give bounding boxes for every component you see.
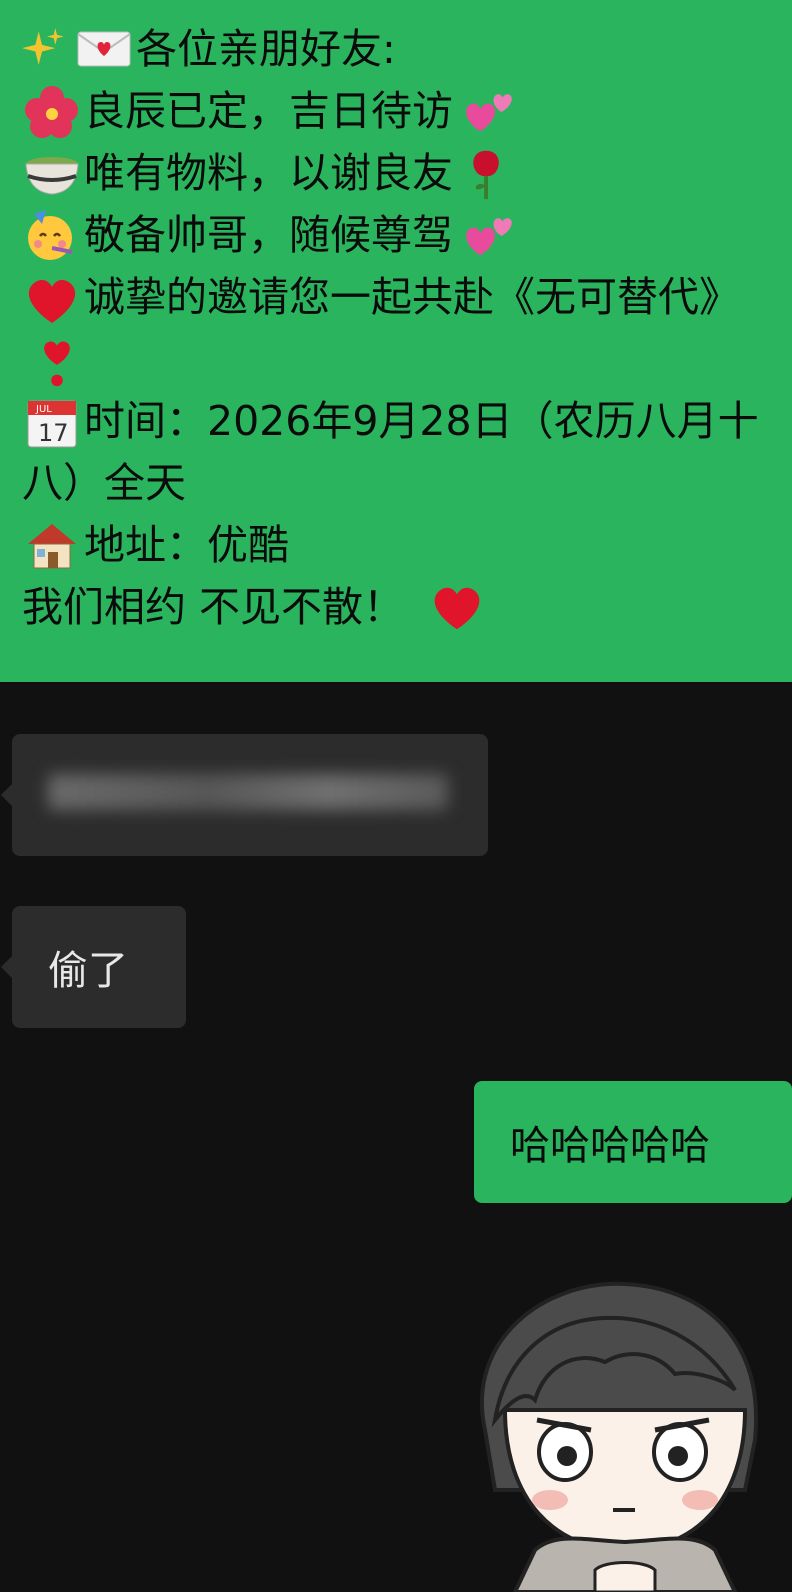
house-icon [28,524,76,569]
invite-text: 我们相约 不见不散！ [22,583,405,631]
invite-line-7: 地址：优酷 [22,514,772,576]
message-bubble-blurred[interactable] [1,734,488,856]
invite-line-2: 良辰已定，吉日待访 [22,80,772,142]
invite-text: 良辰已定，吉日待访 [84,87,453,135]
message-text: 哈哈哈哈哈 [510,1123,710,1169]
tea-icon [25,157,79,195]
cartoon-boy-sticker[interactable] [455,1270,792,1592]
hibiscus-icon [25,86,78,138]
invite-line-8: 我们相约 不见不散！ [22,576,772,638]
blurred-content [48,774,448,810]
invite-line-1: 各位亲朋好友: [22,18,772,80]
red-heart-icon [434,587,480,630]
calendar-icon: JUL 17 [27,400,77,448]
invite-line-5: 诚挚的邀请您一起共赴《无可替代》 [22,266,772,390]
revolving-hearts-icon [466,218,512,256]
message-text: 偷了 [48,948,128,994]
message-bubble-incoming[interactable]: 偷了 [1,906,186,1028]
invite-text: 时间：2026年9月28日（农历八月十八）全天 [22,397,759,507]
invite-text: 敬备帅哥，随候尊驾 [84,211,453,259]
love-letter-icon [77,31,131,67]
invite-line-4: 敬备帅哥，随候尊驾 [22,204,772,266]
sparkles-icon [22,28,64,65]
invite-text: 唯有物料，以谢良友 [84,149,453,197]
invite-text: 诚挚的邀请您一起共赴《无可替代》 [84,273,740,321]
rose-icon [473,150,499,200]
invite-greeting: 各位亲朋好友: [136,25,396,73]
calendar-month: JUL [35,404,52,415]
message-bubble-outgoing[interactable]: 哈哈哈哈哈 [474,1081,792,1203]
invite-line-6: JUL 17 时间：2026年9月28日（农历八月十八）全天 [22,390,772,514]
calendar-day: 17 [38,419,69,447]
exclamation-icon [44,341,70,387]
party-face-icon [28,210,73,260]
invite-text: 地址：优酷 [84,521,289,569]
invite-line-3: 唯有物料，以谢良友 [22,142,772,204]
invitation-message[interactable]: 各位亲朋好友: 良辰已定，吉日待访 唯有物料，以谢良友 敬备帅哥，随候尊驾 诚挚… [0,0,792,682]
red-heart-icon [28,280,76,323]
revolving-hearts-icon [466,94,512,132]
